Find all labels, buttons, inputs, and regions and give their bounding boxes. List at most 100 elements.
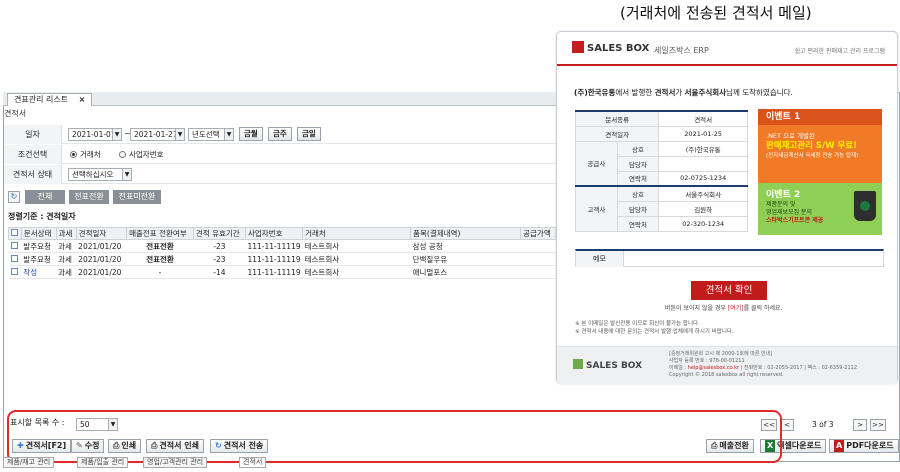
date-from-value: 2021-01-01 xyxy=(72,130,116,139)
contact-label: 연락처 xyxy=(616,170,660,187)
pager-last-button[interactable]: >> xyxy=(870,419,886,431)
this-month-button[interactable]: 금월 xyxy=(239,127,263,141)
hint-text: 버튼이 보이지 않을 경우 xyxy=(665,305,728,312)
radio-unchecked-icon xyxy=(119,151,126,158)
this-week-button[interactable]: 금주 xyxy=(268,127,292,141)
supplier-manager xyxy=(658,155,748,172)
salesbox-logo: SALES BOX xyxy=(572,41,649,54)
pager-prev-button[interactable]: < xyxy=(780,419,794,431)
col-header[interactable]: 품목(결제내역) xyxy=(410,227,522,240)
excel-download-label: 엑셀다운로드 xyxy=(777,441,822,450)
condition-row: 조건선택 거래처 사업자번호 xyxy=(4,145,557,164)
col-header[interactable]: 공급가액 xyxy=(520,227,556,240)
table-row[interactable]: 작성 과세 2021/01/20 - -14 111-11-11119 테스트회… xyxy=(8,265,556,279)
cell-date: 2021/01/20 xyxy=(76,239,127,253)
msg-receiver: 서울주식회사 xyxy=(684,88,727,97)
row-checkbox[interactable] xyxy=(10,254,18,262)
bottom-tab[interactable]: 영업/고객관리 관리 xyxy=(143,457,208,468)
cell-valid: -23 xyxy=(193,239,246,253)
bottom-tab[interactable]: 제품/재고 관리 xyxy=(3,457,55,468)
footer-text: 이메일 : xyxy=(669,365,688,371)
event1-banner[interactable]: 이벤트 1 .NET 으로 개발된 판매재고관리 S/W 무료! (전자세금계산… xyxy=(758,109,882,183)
erp-title: 세일즈박스 ERP xyxy=(654,46,709,55)
event1-line1: .NET 으로 개발된 xyxy=(766,132,816,140)
quote-table: 문서상태 과세 견적일자 매출전표 전환여부 견적 유효기간 사업자번호 거래처… xyxy=(8,227,556,279)
pager-next-button[interactable]: > xyxy=(853,419,867,431)
cell-valid: -23 xyxy=(193,252,246,266)
supplier-label: 공급사 xyxy=(575,140,618,187)
footer-email-link[interactable]: help@salesbox.co.kr xyxy=(688,365,739,371)
year-select-value: 년도선택 xyxy=(192,130,220,139)
cell-status: 작성 xyxy=(21,265,57,279)
bottom-tab[interactable]: 견적서 xyxy=(239,457,267,468)
row-checkbox[interactable] xyxy=(10,241,18,249)
highlight-box xyxy=(7,410,782,463)
chevron-down-icon[interactable]: ▼ xyxy=(224,129,233,140)
email-notes: ※ 본 이메일은 발신전용 이므로 회신이 불가능 합니다. ※ 견적서 내용에… xyxy=(575,320,734,336)
col-header[interactable]: 문서상태 xyxy=(20,227,57,240)
event2-banner[interactable]: 이벤트 2 제품문의 및 영업제보모집 문의 스타벅스기프트콘 제공 xyxy=(758,183,882,235)
radio-checked-icon xyxy=(70,151,77,158)
footer-text: | 전화번호 : 02-2055-2017 | 팩스 : 02-6359-211… xyxy=(739,365,858,371)
footer-line: Copyright © 2018 salesbox all right rese… xyxy=(669,372,784,378)
status-row: 견적서 상태 선택하십시오 ▼ xyxy=(4,165,557,184)
radio-bizno[interactable]: 사업자번호 xyxy=(119,150,164,160)
email-preview: SALES BOX 세일즈박스 ERP 쉽고 편리한 판매재고 관리 프로그램 … xyxy=(556,31,898,384)
chevron-down-icon[interactable]: ▼ xyxy=(175,129,184,140)
chevron-down-icon[interactable]: ▼ xyxy=(112,129,121,140)
status-select[interactable]: 선택하십시오 ▼ xyxy=(68,168,132,181)
col-header[interactable]: 매출전표 전환여부 xyxy=(126,227,194,240)
doc-type-value: 견적서 xyxy=(658,110,748,127)
radio-bizno-label: 사업자번호 xyxy=(129,150,164,159)
supplier-contact: 02-0725-1234 xyxy=(658,170,748,187)
tab-bar: 견표관리 리스트 × xyxy=(3,92,603,106)
row-checkbox[interactable] xyxy=(10,267,18,275)
col-header[interactable]: 견적일자 xyxy=(75,227,128,240)
col-header[interactable]: 과세 xyxy=(55,227,77,240)
customer-manager: 김원하 xyxy=(658,200,748,217)
col-header[interactable]: 견적 유효기간 xyxy=(192,227,246,240)
tab-quote-list[interactable]: 견표관리 리스트 × xyxy=(7,93,93,106)
year-select[interactable]: 년도선택 ▼ xyxy=(188,128,234,141)
header-checkbox[interactable] xyxy=(8,227,22,240)
pdf-download-label: PDF다운로드 xyxy=(846,441,894,450)
cell-conv: - xyxy=(126,265,194,279)
filter-converted-button[interactable]: 전표전환 xyxy=(69,190,109,204)
pdf-download-button[interactable]: A PDF다운로드 xyxy=(829,439,899,453)
confirm-quote-button[interactable]: 견적서 확인 xyxy=(691,281,767,300)
supplier-name: (주)한국유통 xyxy=(658,140,748,157)
name-label: 상호 xyxy=(616,185,660,202)
cell-partner: 테스트회사 xyxy=(302,252,411,266)
footer-info: [중정거래위원회 고시 제 2000-1호에 따른 안내] 사업자 등록 번호 … xyxy=(669,351,857,379)
caption: (거래처에 전송된 견적서 메일) xyxy=(620,4,812,22)
today-button[interactable]: 금일 xyxy=(297,127,321,141)
cell-items: 삼성 공청 xyxy=(410,239,521,253)
table-row[interactable]: 발주요청 과세 2021/01/20 전표전환 -23 111-11-11119… xyxy=(8,252,556,266)
hint-link[interactable]: [여기] xyxy=(728,305,744,312)
date-to-input[interactable]: 2021-01-27 ▼ xyxy=(130,128,185,141)
cell-conv: 전표전환 xyxy=(126,252,194,266)
checkbox-icon[interactable] xyxy=(11,229,18,236)
col-header[interactable]: 거래처 xyxy=(302,227,412,240)
cell-conv: 전표전환 xyxy=(126,239,194,253)
sort-criteria: 정렬기준 : 견적일자 xyxy=(8,212,76,221)
refresh-icon[interactable]: ↻ xyxy=(8,191,20,203)
close-icon[interactable]: × xyxy=(79,95,86,104)
radio-partner[interactable]: 거래처 xyxy=(70,150,101,160)
col-header[interactable]: 사업자번호 xyxy=(244,227,304,240)
cell-items: 단백질우유 xyxy=(410,252,521,266)
footer-line: 사업자 등록 번호 : 978-00-01211 xyxy=(669,358,745,364)
bottom-tab[interactable]: 제품/입출 관리 xyxy=(77,457,129,468)
cell-bizno: 111-11-11119 xyxy=(245,252,303,266)
chevron-down-icon[interactable]: ▼ xyxy=(122,169,131,180)
date-from-input[interactable]: 2021-01-01 ▼ xyxy=(68,128,122,141)
filter-not-converted-button[interactable]: 전표미전환 xyxy=(113,190,161,204)
table-row[interactable]: 발주요청 과세 2021/01/20 전표전환 -23 111-11-11119… xyxy=(8,239,556,253)
note: ※ 본 이메일은 발신전용 이므로 회신이 불가능 합니다. xyxy=(575,321,700,327)
note: ※ 견적서 내용에 대한 문의는 견적서 발행 업체에게 하시기 바랍니다. xyxy=(575,329,734,335)
pager-info: 3 of 3 xyxy=(812,420,834,429)
slogan: 쉽고 편리한 판매재고 관리 프로그램 xyxy=(794,48,885,55)
date-row: 일자 2021-01-01 ▼ ~ 2021-01-27 ▼ 년도선택 ▼ 금월… xyxy=(4,125,557,144)
contact-label: 연락처 xyxy=(616,215,660,232)
filter-all-button[interactable]: 전체 xyxy=(25,190,65,204)
